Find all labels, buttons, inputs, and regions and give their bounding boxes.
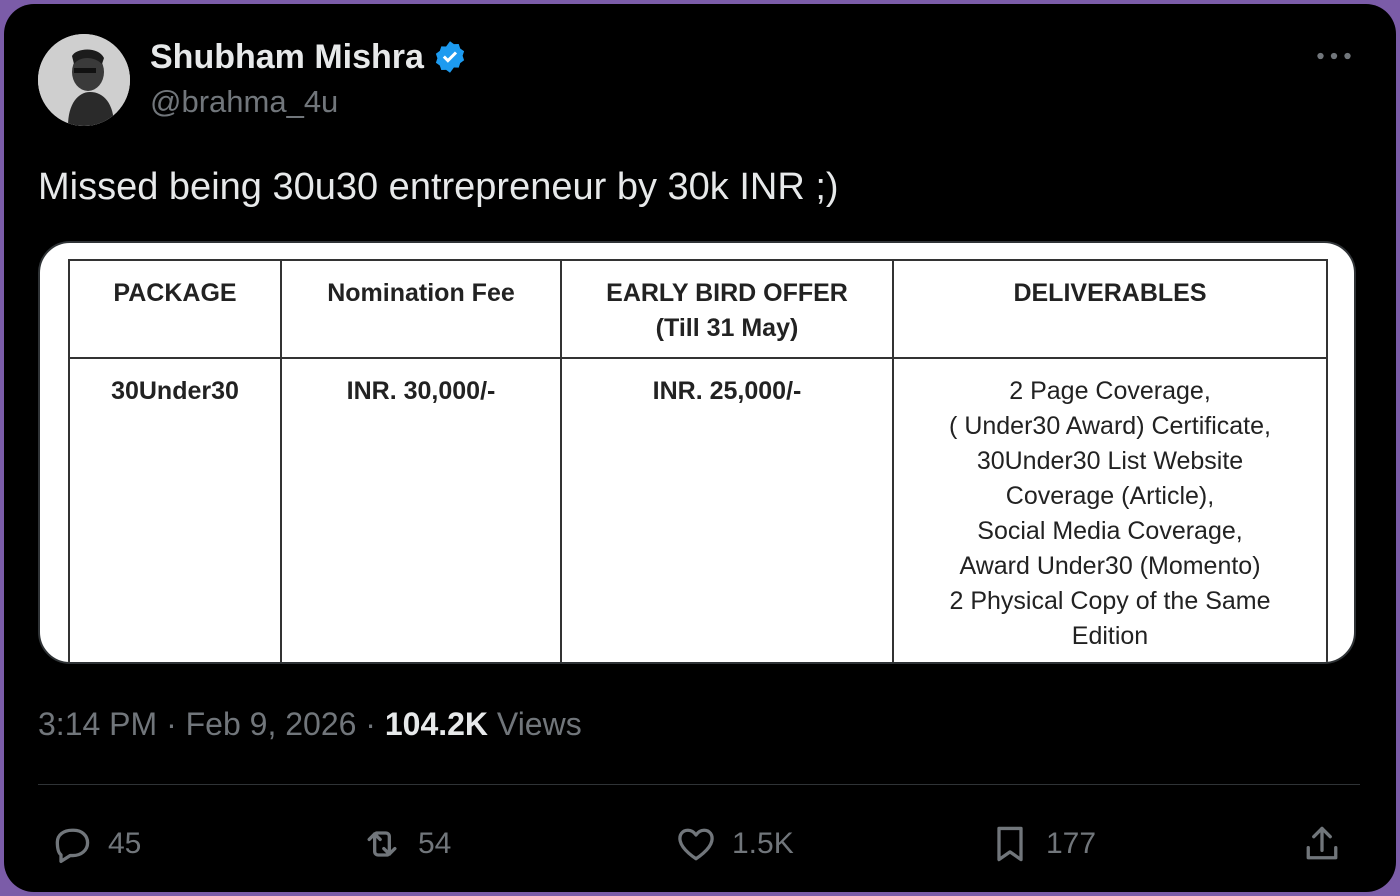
cell-deliverables: 2 Page Coverage, ( Under30 Award) Certif… [892,357,1328,662]
header-fee: Nomination Fee [280,259,562,359]
repost-button[interactable]: 54 [360,814,451,874]
table-header-row: PACKAGE Nomination Fee EARLY BIRD OFFER … [68,259,1328,359]
heart-icon [678,828,714,861]
like-button[interactable]: 1.5K [674,814,794,874]
reply-button[interactable]: 45 [50,814,141,874]
deliverable-line: Award Under30 (Momento) [959,552,1261,580]
bookmark-icon [997,826,1023,862]
bookmark-button[interactable]: 177 [988,814,1096,874]
reply-icon [55,828,90,864]
deliverable-line: 30Under30 List Website [976,447,1244,475]
tweet-card: Shubham Mishra @brahma_4u Missed being 3… [4,4,1396,892]
bookmark-count: 177 [1046,827,1097,860]
like-count: 1.5K [732,827,794,860]
tweet-text: Missed being 30u30 entrepreneur by 30k I… [38,166,839,208]
header-early-bird: EARLY BIRD OFFER (Till 31 May) [560,259,894,359]
reply-count: 45 [108,827,142,860]
divider [38,784,1360,785]
tweet-media-image[interactable]: PACKAGE Nomination Fee EARLY BIRD OFFER … [38,241,1356,664]
cell-fee: INR. 30,000/- [280,357,562,662]
views-count: 104.2K [384,706,489,742]
deliverable-line: 2 Physical Copy of the Same [949,587,1271,615]
meta-separator: · [157,706,186,742]
cell-package: 30Under30 [68,357,282,662]
deliverable-line: Edition [1071,622,1149,650]
verified-badge-icon [432,39,468,75]
avatar[interactable] [38,34,130,126]
author-handle[interactable]: @brahma_4u [150,84,338,120]
cell-early: INR. 25,000/- [560,357,894,662]
deliverable-line: Social Media Coverage, [977,517,1243,545]
tweet-meta: 3:14 PM · Feb 9, 2026 · 104.2K Views [38,702,582,746]
repost-icon [367,831,397,857]
action-bar: 45 54 1.5K 177 [38,814,1360,874]
tweet-time[interactable]: 3:14 PM [38,706,157,742]
header-early-line1: EARLY BIRD OFFER [606,279,848,307]
fee-table: PACKAGE Nomination Fee EARLY BIRD OFFER … [68,259,1328,662]
author-name[interactable]: Shubham Mishra [150,38,424,77]
table-row: 30Under30 INR. 30,000/- INR. 25,000/- 2 … [68,357,1328,662]
share-icon [1306,826,1338,860]
more-dots-icon[interactable] [1312,34,1356,78]
header-package: PACKAGE [68,259,282,359]
deliverable-line: Coverage (Article), [1005,482,1215,510]
views-label: Views [496,706,582,742]
tweet-date[interactable]: Feb 9, 2026 [186,706,357,742]
repost-count: 54 [418,827,452,860]
header-deliverables: DELIVERABLES [892,259,1328,359]
avatar-image [38,34,130,126]
author-name-row: Shubham Mishra [150,34,468,80]
meta-separator: · [356,706,385,742]
header-early-line2: (Till 31 May) [655,314,799,342]
deliverable-line: ( Under30 Award) Certificate, [949,412,1271,440]
share-button[interactable] [1300,814,1344,874]
deliverable-line: 2 Page Coverage, [1009,377,1211,405]
